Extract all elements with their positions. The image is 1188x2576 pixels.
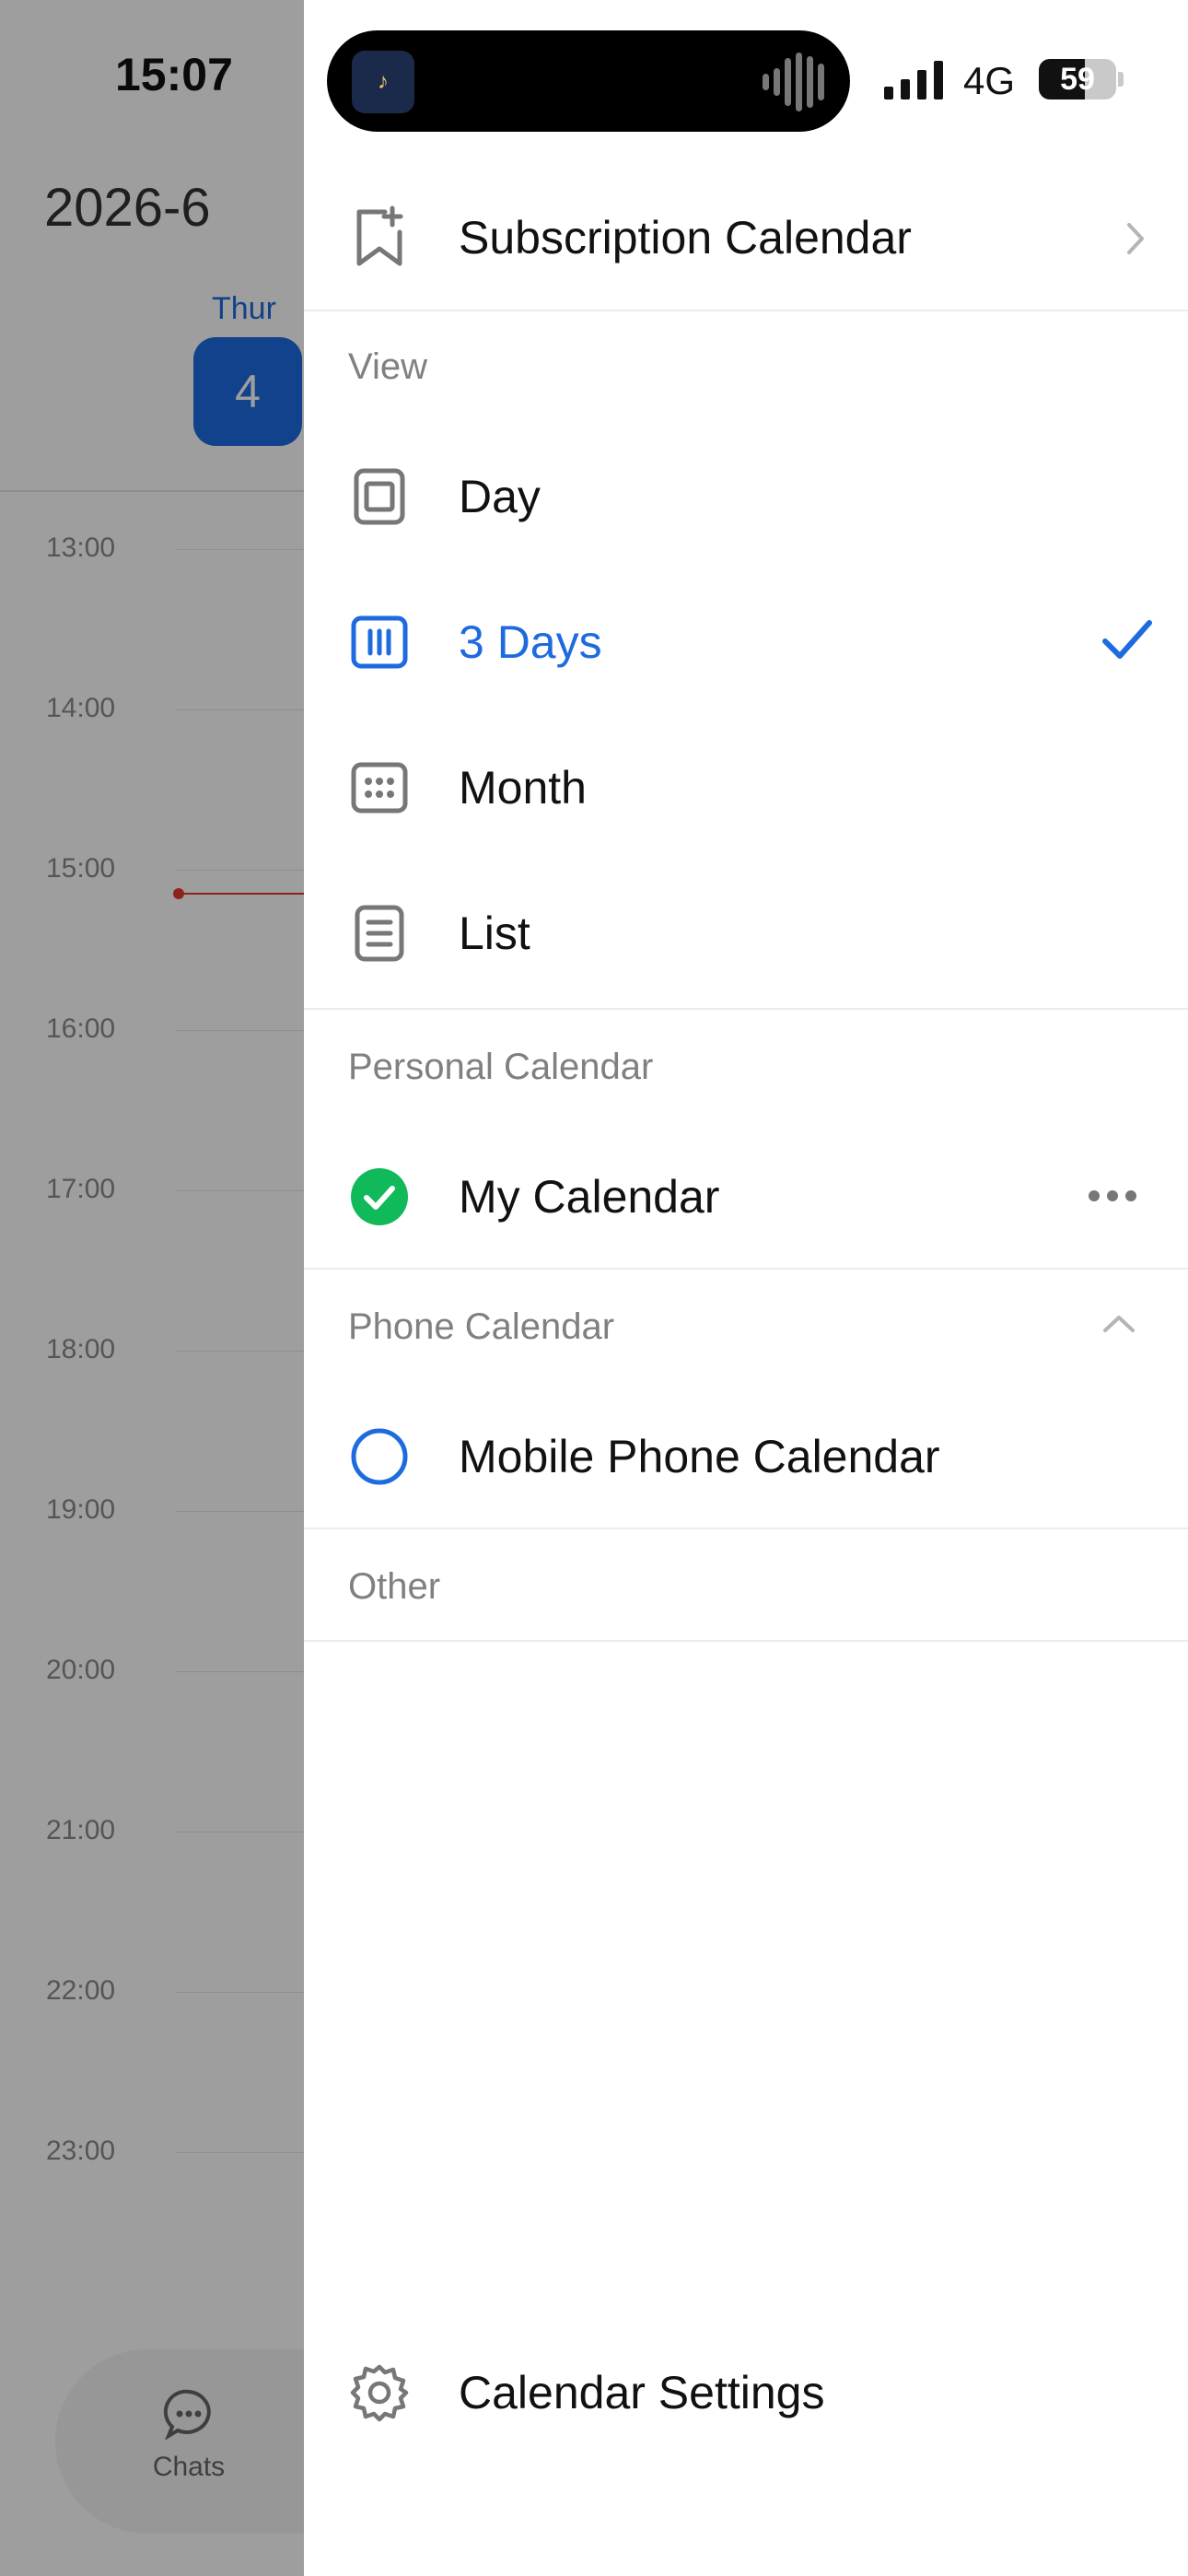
checkmark-icon — [1101, 619, 1153, 666]
unchecked-circle-icon[interactable] — [350, 1427, 409, 1486]
cellular-signal-icon — [884, 61, 949, 100]
battery-percent: 59 — [1060, 62, 1095, 97]
divider — [304, 1640, 1188, 1642]
now-playing-app-icon: ♪ — [352, 51, 414, 113]
phone-calendar-section-label: Phone Calendar — [348, 1306, 615, 1347]
view-section-label: View — [348, 346, 427, 387]
chevron-up-icon[interactable] — [1101, 1312, 1136, 1341]
audio-waveform-icon — [763, 51, 827, 113]
personal-calendar-section-label: Personal Calendar — [348, 1047, 654, 1087]
network-type: 4G — [963, 59, 1016, 102]
view-option-month-label: Month — [459, 762, 587, 814]
calendar-drawer — [304, 0, 1188, 2576]
subscription-calendar-label: Subscription Calendar — [459, 212, 912, 263]
view-option-list[interactable]: List — [304, 883, 1188, 984]
divider — [304, 1268, 1188, 1270]
list-view-icon — [350, 904, 409, 963]
divider — [304, 1528, 1188, 1529]
mobile-phone-calendar-label: Mobile Phone Calendar — [459, 1431, 940, 1482]
divider — [304, 310, 1188, 311]
mobile-phone-calendar-item[interactable]: Mobile Phone Calendar — [304, 1406, 1188, 1507]
day-view-icon — [350, 467, 409, 526]
my-calendar-label: My Calendar — [459, 1171, 720, 1223]
view-option-3-days[interactable]: 3 Days — [304, 591, 1188, 693]
view-option-list-label: List — [459, 907, 530, 959]
three-days-view-icon — [350, 613, 409, 672]
more-options-icon[interactable] — [1087, 1188, 1138, 1208]
divider — [304, 1008, 1188, 1010]
calendar-settings-item[interactable]: Calendar Settings — [304, 2342, 1188, 2443]
other-section-label: Other — [348, 1566, 441, 1607]
bookmark-plus-icon — [350, 205, 409, 267]
calendar-settings-label: Calendar Settings — [459, 2367, 825, 2418]
checked-circle-icon[interactable] — [350, 1167, 409, 1226]
month-view-icon — [350, 758, 409, 817]
gear-icon — [350, 2363, 409, 2422]
battery-tip — [1118, 72, 1124, 87]
view-option-day-label: Day — [459, 471, 541, 522]
subscription-calendar-item[interactable]: Subscription Calendar — [304, 186, 1188, 289]
view-option-day[interactable]: Day — [304, 446, 1188, 547]
battery-icon: 59 — [1039, 59, 1116, 100]
view-option-month[interactable]: Month — [304, 737, 1188, 838]
chevron-right-icon — [1124, 221, 1147, 261]
my-calendar-item[interactable]: My Calendar — [304, 1146, 1188, 1247]
view-option-3-days-label: 3 Days — [459, 616, 602, 668]
